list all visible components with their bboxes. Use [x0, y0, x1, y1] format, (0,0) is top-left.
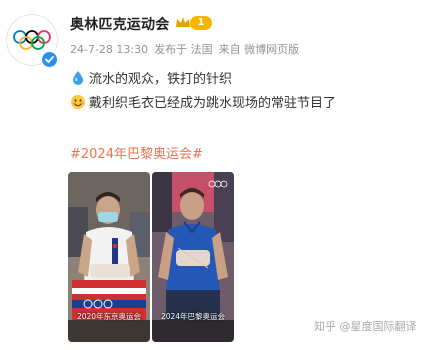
- verified-icon: [41, 51, 58, 68]
- post-image-1[interactable]: 2020年东京奥运会: [68, 172, 150, 342]
- post-text-2: 戴利织毛衣已经成为跳水现场的常驻节目了: [89, 96, 337, 111]
- level-badge: 1: [190, 16, 212, 30]
- image-caption-2: 2024年巴黎奥运会: [160, 312, 226, 321]
- username-link[interactable]: 奥林匹克运动会: [70, 14, 169, 34]
- post-timestamp[interactable]: 24-7-28 13:30: [70, 43, 148, 56]
- post-text-line-2: 戴利织毛衣已经成为跳水现场的常驻节目了: [70, 92, 336, 111]
- smile-emoji-icon: [71, 95, 85, 109]
- post-location: 发布于 法国: [154, 43, 213, 56]
- post-text-line-1: 流水的观众，铁打的针织: [70, 68, 232, 87]
- image-caption-1: 2020年东京奥运会: [76, 312, 142, 321]
- watermark: 知乎 @星度国际翻译: [314, 318, 417, 334]
- hashtag-link[interactable]: #2024年巴黎奥运会#: [70, 143, 203, 162]
- water-drop-icon: [73, 71, 83, 85]
- watermark-text: 知乎 @星度国际翻译: [314, 320, 417, 333]
- post-text-1: 流水的观众，铁打的针织: [89, 72, 233, 87]
- post-source: 来自 微博网页版: [218, 43, 300, 56]
- post-meta: 24-7-28 13:30 发布于 法国 来自 微博网页版: [70, 41, 305, 57]
- post-image-2[interactable]: 2024年巴黎奥运会: [152, 172, 234, 342]
